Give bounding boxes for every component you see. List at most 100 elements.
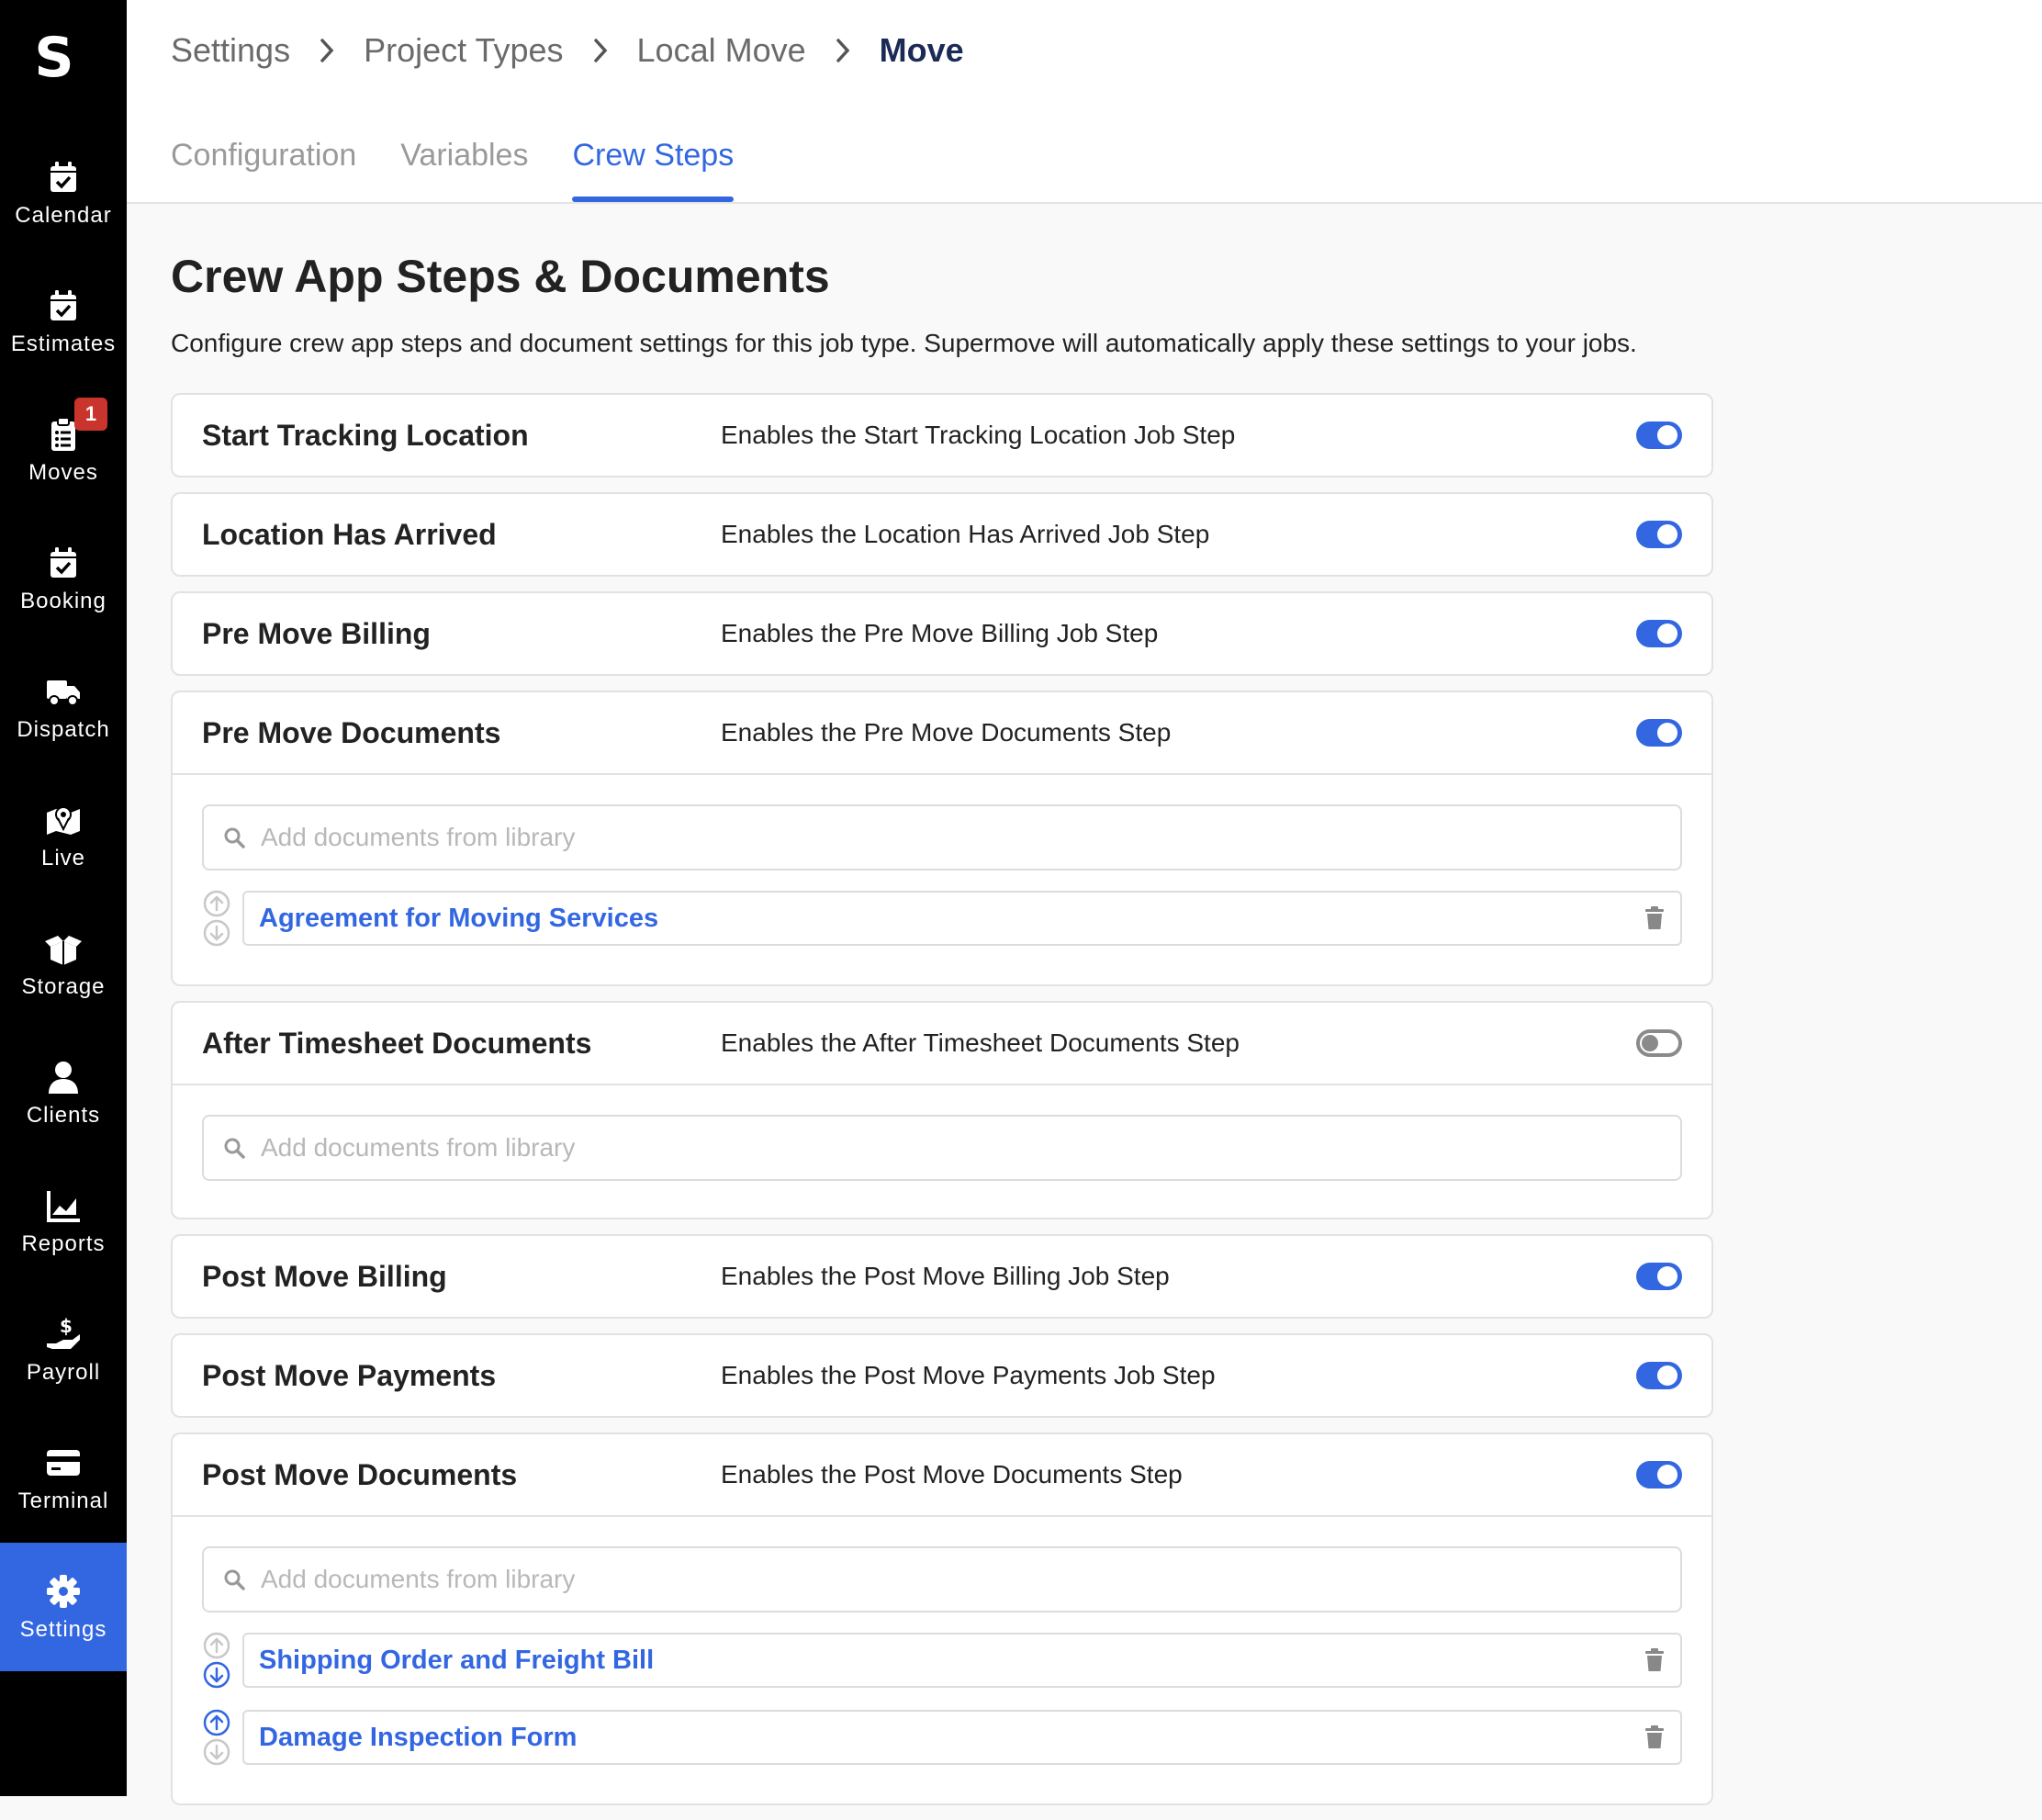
step-title: After Timesheet Documents bbox=[202, 1026, 592, 1060]
step-description: Enables the Post Move Documents Step bbox=[721, 1460, 1183, 1489]
toggle-knob bbox=[1657, 425, 1677, 445]
step-title: Start Tracking Location bbox=[202, 418, 529, 452]
step-toggle[interactable] bbox=[1636, 521, 1682, 548]
step-toggle[interactable] bbox=[1636, 1263, 1682, 1290]
app-logo[interactable]: S bbox=[0, 26, 108, 90]
search-icon bbox=[222, 1136, 246, 1160]
sidebar-item-label: Reports bbox=[21, 1231, 106, 1256]
breadcrumb: Settings Project Types Local Move Move bbox=[171, 31, 964, 70]
document-search-input[interactable] bbox=[259, 1132, 1662, 1163]
document-link[interactable]: Damage Inspection Form bbox=[259, 1723, 1644, 1753]
notification-badge: 1 bbox=[74, 398, 107, 431]
toggle-knob bbox=[1657, 624, 1677, 644]
toggle-knob bbox=[1642, 1035, 1658, 1051]
breadcrumb-project-types[interactable]: Project Types bbox=[364, 31, 563, 70]
step-header: Pre Move Documents Enables the Pre Move D… bbox=[173, 692, 1711, 773]
step-title: Location Has Arrived bbox=[202, 517, 497, 551]
sidebar-item-label: Booking bbox=[20, 589, 107, 613]
step-header: Post Move Billing Enables the Post Move B… bbox=[173, 1236, 1711, 1317]
step-header: After Timesheet Documents Enables the Aft… bbox=[173, 1003, 1711, 1084]
tab-configuration[interactable]: Configuration bbox=[171, 138, 356, 202]
documents-section: Agreement for Moving Services bbox=[173, 773, 1711, 984]
document-row: Agreement for Moving Services bbox=[202, 889, 1682, 948]
step-title: Pre Move Documents bbox=[202, 715, 501, 749]
document-search[interactable] bbox=[202, 804, 1682, 871]
document-search[interactable] bbox=[202, 1115, 1682, 1181]
credit-card-icon bbox=[43, 1443, 84, 1483]
step-header: Post Move Documents Enables the Post Move… bbox=[173, 1434, 1711, 1515]
document-search[interactable] bbox=[202, 1546, 1682, 1612]
step-toggle[interactable] bbox=[1636, 620, 1682, 647]
toggle-knob bbox=[1657, 1465, 1677, 1485]
step-title: Post Move Payments bbox=[202, 1358, 497, 1392]
calendar-check-icon bbox=[43, 543, 84, 583]
documents-section bbox=[173, 1084, 1711, 1218]
tab-variables[interactable]: Variables bbox=[400, 138, 528, 202]
step-card: After Timesheet Documents Enables the Aft… bbox=[171, 1001, 1713, 1219]
step-description: Enables the Post Move Payments Job Step bbox=[721, 1361, 1216, 1389]
toggle-knob bbox=[1657, 524, 1677, 545]
calendar-check-icon bbox=[43, 157, 84, 197]
breadcrumb-settings[interactable]: Settings bbox=[171, 31, 290, 70]
step-description: Enables the Start Tracking Location Job … bbox=[721, 421, 1236, 449]
box-open-icon bbox=[43, 928, 84, 969]
sidebar-item-reports[interactable]: Reports bbox=[0, 1157, 127, 1286]
header: Settings Project Types Local Move Move Conf… bbox=[127, 0, 2042, 204]
gear-icon bbox=[43, 1571, 84, 1612]
tab-bar: Configuration Variables Crew Steps bbox=[171, 138, 778, 202]
svg-text:$: $ bbox=[60, 1315, 73, 1337]
chevron-right-icon bbox=[318, 37, 336, 64]
sidebar-item-calendar[interactable]: Calendar bbox=[0, 129, 127, 257]
step-toggle[interactable] bbox=[1636, 1362, 1682, 1389]
sidebar-item-moves[interactable]: 1 Moves bbox=[0, 386, 127, 514]
trash-icon[interactable] bbox=[1644, 1725, 1666, 1750]
arrow-down-icon bbox=[202, 918, 231, 948]
document-link[interactable]: Shipping Order and Freight Bill bbox=[259, 1646, 1644, 1676]
sidebar-item-label: Settings bbox=[19, 1617, 107, 1642]
clipboard-list-icon: 1 bbox=[43, 398, 107, 455]
step-description: Enables the Post Move Billing Job Step bbox=[721, 1262, 1170, 1290]
sidebar-item-payroll[interactable]: $ Payroll bbox=[0, 1286, 127, 1414]
sidebar-item-clients[interactable]: Clients bbox=[0, 1028, 127, 1157]
sidebar-item-terminal[interactable]: Terminal bbox=[0, 1414, 127, 1543]
sidebar-item-label: Storage bbox=[21, 974, 106, 999]
step-card: Pre Move Documents Enables the Pre Move D… bbox=[171, 691, 1713, 986]
step-title: Pre Move Billing bbox=[202, 616, 431, 650]
step-card: Location Has Arrived Enables the Location… bbox=[171, 492, 1713, 577]
sidebar-item-live[interactable]: Live bbox=[0, 771, 127, 900]
sidebar-item-label: Estimates bbox=[10, 331, 117, 356]
step-toggle[interactable] bbox=[1636, 1461, 1682, 1489]
sidebar-item-label: Live bbox=[40, 846, 86, 871]
document-search-input[interactable] bbox=[259, 1564, 1662, 1595]
sidebar-item-estimates[interactable]: Estimates bbox=[0, 257, 127, 386]
breadcrumb-local-move[interactable]: Local Move bbox=[637, 31, 806, 70]
search-icon bbox=[222, 1567, 246, 1591]
truck-icon bbox=[43, 671, 84, 712]
document-row: Damage Inspection Form bbox=[202, 1708, 1682, 1767]
step-toggle[interactable] bbox=[1636, 421, 1682, 449]
main-content: Crew App Steps & Documents Configure cre… bbox=[171, 204, 1713, 1820]
user-icon bbox=[43, 1057, 84, 1097]
toggle-knob bbox=[1657, 1266, 1677, 1286]
step-header: Pre Move Billing Enables the Pre Move Bil… bbox=[173, 593, 1711, 674]
sidebar-item-label: Moves bbox=[28, 460, 98, 485]
map-marker-icon bbox=[43, 800, 84, 840]
reorder-controls bbox=[202, 889, 242, 948]
sidebar-item-dispatch[interactable]: Dispatch bbox=[0, 643, 127, 771]
sidebar-item-storage[interactable]: Storage bbox=[0, 900, 127, 1028]
sidebar-item-label: Terminal bbox=[17, 1489, 109, 1513]
step-description: Enables the Pre Move Billing Job Step bbox=[721, 619, 1159, 647]
step-toggle[interactable] bbox=[1636, 1029, 1682, 1057]
step-toggle[interactable] bbox=[1636, 719, 1682, 747]
chevron-right-icon bbox=[591, 37, 610, 64]
trash-icon[interactable] bbox=[1644, 1647, 1666, 1673]
sidebar-item-booking[interactable]: Booking bbox=[0, 514, 127, 643]
trash-icon[interactable] bbox=[1644, 905, 1666, 931]
tab-crew-steps[interactable]: Crew Steps bbox=[572, 138, 734, 202]
document-link[interactable]: Agreement for Moving Services bbox=[259, 904, 1644, 934]
document-search-input[interactable] bbox=[259, 822, 1662, 853]
arrow-up-icon[interactable] bbox=[202, 1708, 231, 1737]
arrow-down-icon[interactable] bbox=[202, 1660, 231, 1690]
sidebar-item-settings[interactable]: Settings bbox=[0, 1543, 127, 1671]
toggle-knob bbox=[1657, 1365, 1677, 1386]
